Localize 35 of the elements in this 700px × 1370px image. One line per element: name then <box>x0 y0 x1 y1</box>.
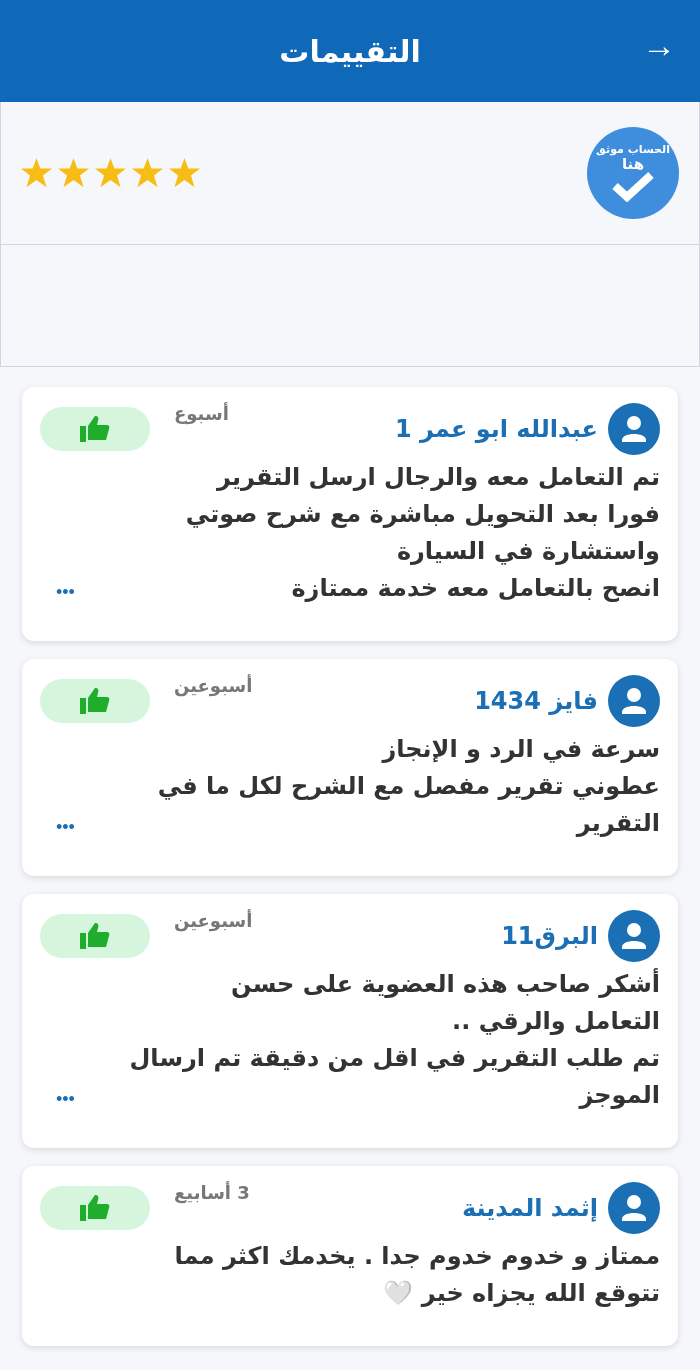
back-button[interactable]: → <box>642 28 676 62</box>
user-avatar-icon <box>608 675 660 727</box>
star-icon <box>58 158 89 188</box>
thumbs-up-icon <box>80 1195 110 1221</box>
verified-badge: الحساب موثق هنا <box>587 127 679 219</box>
more-button[interactable]: ••• <box>56 817 75 838</box>
like-button[interactable] <box>40 407 150 451</box>
thumbs-up-icon <box>80 416 110 442</box>
user-avatar-icon <box>608 403 660 455</box>
review-time: أسبوعين <box>174 675 253 696</box>
reviewer-name[interactable]: فايز 1434 <box>474 687 598 715</box>
like-button[interactable] <box>40 914 150 958</box>
review-text: ممتاز و خدوم خدوم جدا . يخدمك اكثر مما تتوقع الله يجزاه خير 🤍 <box>173 1241 660 1309</box>
reviewer-name[interactable]: البرق11 <box>501 922 598 950</box>
review-time: أسبوعين <box>174 910 253 931</box>
user-avatar-icon <box>608 1182 660 1234</box>
star-icon <box>95 158 126 188</box>
star-icon <box>132 158 163 188</box>
like-button[interactable] <box>40 1186 150 1230</box>
review-text: سرعة في الرد و الإنجاز عطوني تقرير مفصل مع الشرح لكل ما في التقرير <box>156 734 660 839</box>
review-time: 3 أسابيع <box>174 1182 250 1203</box>
review-text: أشكر صاحب هذه العضوية على حسن التعامل والرقي .. تم طلب التقرير في اقل من دقيقة تم ارسال الموجز <box>128 967 660 1111</box>
star-icon <box>21 158 52 188</box>
reviewer-name[interactable]: عبدالله ابو عمر 1 <box>394 415 598 443</box>
like-button[interactable] <box>40 679 150 723</box>
user-avatar-icon <box>608 910 660 962</box>
page-title: التقييمات <box>279 33 421 69</box>
review-time: أسبوع <box>174 403 229 424</box>
star-icon <box>169 158 200 188</box>
reviewer-name[interactable]: إثمد المدينة <box>461 1194 598 1222</box>
thumbs-up-icon <box>80 923 110 949</box>
review-text: تم التعامل معه والرجال ارسل التقرير فورا بعد التحويل مباشرة مع شرح صوتي واستشارة في السيارة انصح بالتعامل معه خدمة ممتازة <box>184 462 660 604</box>
more-button[interactable]: ••• <box>56 582 75 603</box>
thumbs-up-icon <box>80 688 110 714</box>
more-button[interactable]: ••• <box>56 1089 75 1110</box>
